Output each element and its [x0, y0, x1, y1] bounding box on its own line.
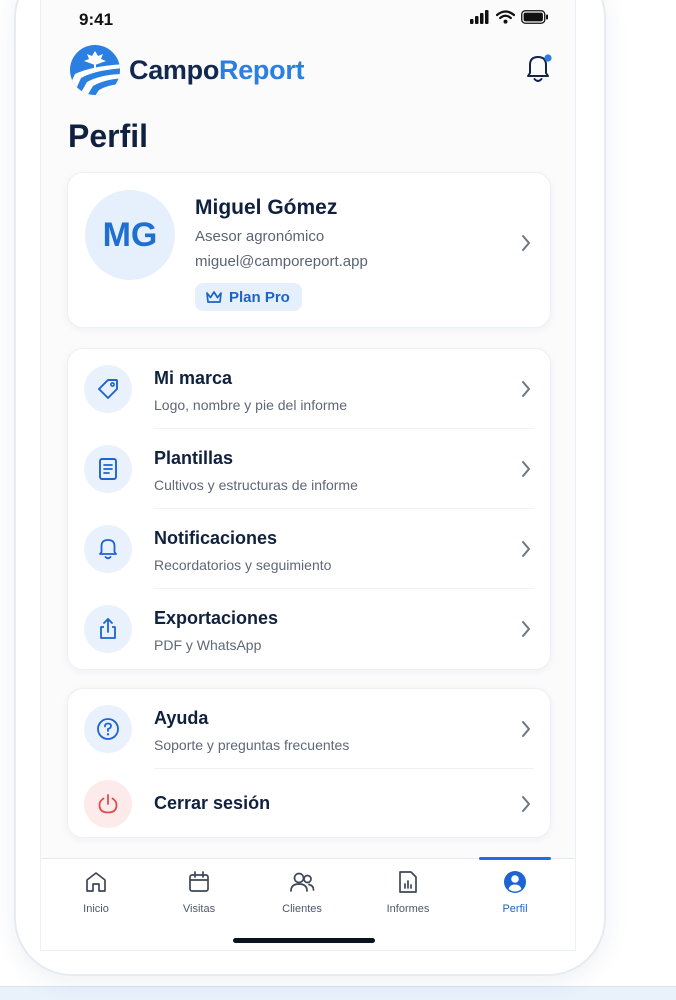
tag-icon [84, 365, 132, 413]
chevron-right-icon [522, 796, 530, 812]
tab-visitas[interactable]: Visitas [159, 869, 239, 915]
app-screen: 9:41 CampoReport Perfil MG Miguel Gómez … [40, 0, 576, 951]
menu-item-cerrar-sesion[interactable]: Cerrar sesión [68, 769, 550, 839]
app-logo[interactable]: CampoReport [69, 44, 305, 96]
field-logo-icon [70, 45, 120, 95]
status-bar: 9:41 [41, 0, 575, 40]
chevron-right-icon [522, 721, 530, 737]
tab-inicio[interactable]: Inicio [56, 869, 136, 915]
document-icon [84, 445, 132, 493]
bell-icon [527, 54, 552, 82]
profile-card[interactable]: MG Miguel Gómez Asesor agronómico miguel… [67, 172, 551, 328]
app-name: CampoReport [129, 54, 305, 85]
tab-clientes[interactable]: Clientes [262, 869, 342, 915]
menu-item-notificaciones[interactable]: Notificaciones Recordatorios y seguimien… [68, 509, 550, 589]
chevron-right-icon [522, 381, 530, 397]
bell-icon [84, 525, 132, 573]
app-header: CampoReport [41, 42, 575, 98]
menu-item-exportaciones[interactable]: Exportaciones PDF y WhatsApp [68, 589, 550, 669]
status-icons [470, 10, 549, 24]
power-icon [84, 780, 132, 828]
page-bottom-band [0, 986, 676, 1000]
chevron-right-icon [522, 541, 530, 557]
menu-item-ayuda[interactable]: Ayuda Soporte y preguntas frecuentes [68, 689, 550, 769]
account-menu: Ayuda Soporte y preguntas frecuentes Cer… [67, 688, 551, 838]
crown-icon [206, 291, 222, 303]
menu-item-plantillas[interactable]: Plantillas Cultivos y estructuras de inf… [68, 429, 550, 509]
menu-item-mi-marca[interactable]: Mi marca Logo, nombre y pie del informe [68, 349, 550, 429]
page-title: Perfil [68, 118, 149, 154]
plan-badge: Plan Pro [195, 283, 302, 311]
profile-icon [504, 871, 526, 893]
calendar-icon [189, 871, 209, 892]
profile-name: Miguel Gómez [195, 196, 338, 219]
notification-dot [544, 54, 552, 62]
active-tab-indicator [479, 857, 551, 860]
home-icon [86, 872, 106, 892]
signal-icon [470, 10, 489, 24]
home-indicator[interactable] [233, 938, 375, 943]
help-icon [84, 705, 132, 753]
users-icon [290, 872, 315, 892]
chevron-right-icon [522, 461, 530, 477]
report-icon [399, 871, 417, 893]
tab-bar: Inicio Visitas Clientes Informes Perfil [41, 857, 575, 950]
settings-menu: Mi marca Logo, nombre y pie del informe … [67, 348, 551, 670]
battery-icon [521, 10, 548, 24]
profile-email: miguel@camporeport.app [195, 253, 368, 270]
chevron-right-icon [522, 621, 530, 637]
status-time: 9:41 [79, 10, 114, 29]
share-icon [84, 605, 132, 653]
notifications-button[interactable] [523, 52, 553, 86]
wifi-icon [496, 10, 515, 24]
profile-role: Asesor agronómico [195, 228, 325, 245]
avatar: MG [85, 190, 175, 280]
tab-perfil[interactable]: Perfil [475, 869, 555, 915]
tab-informes[interactable]: Informes [368, 869, 448, 915]
chevron-right-icon [522, 235, 530, 251]
